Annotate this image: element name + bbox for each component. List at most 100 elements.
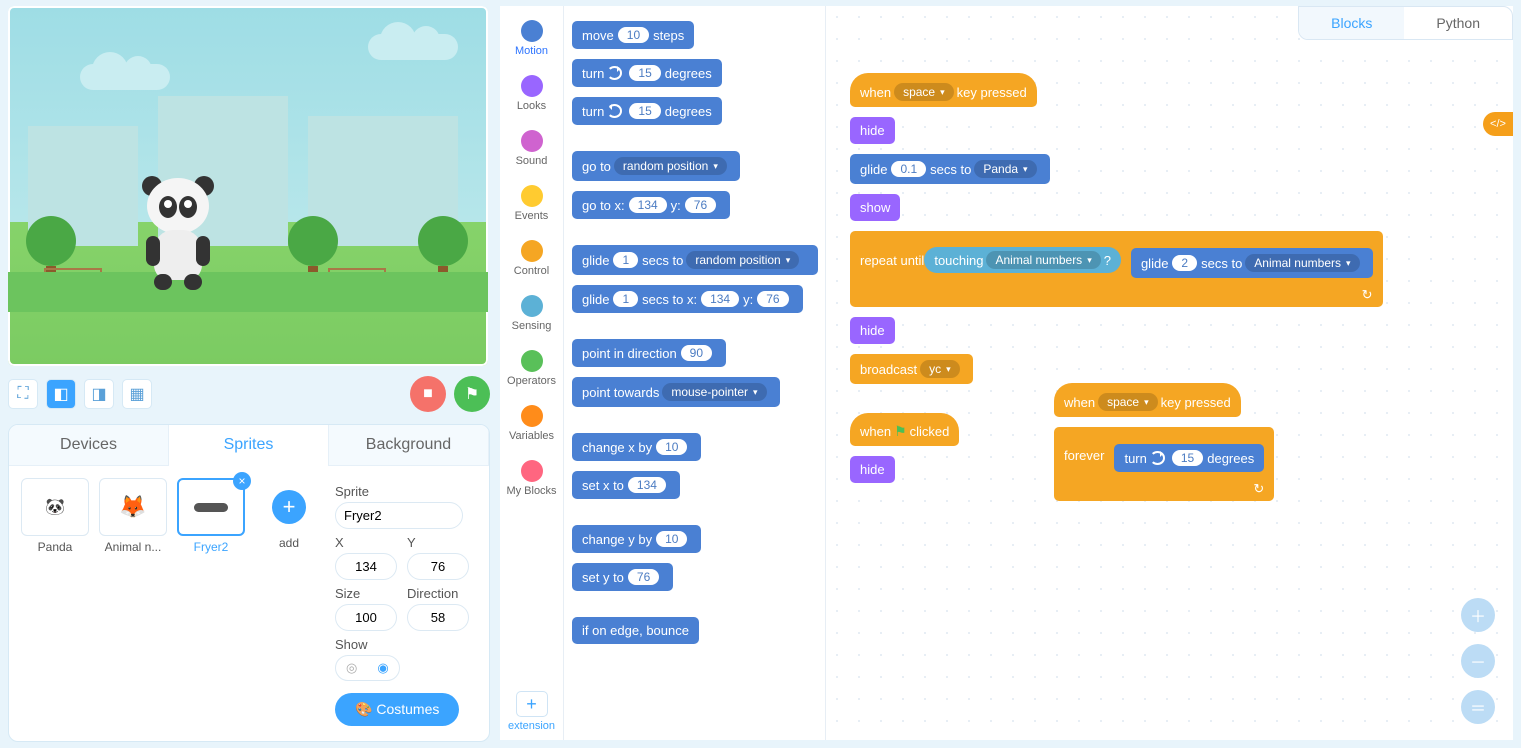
y-input[interactable] [407,553,469,580]
size-input[interactable] [335,604,397,631]
show-label: Show [335,637,477,652]
size-label: Size [335,586,397,601]
block-hide[interactable]: hide [850,317,895,344]
stop-button[interactable]: ■ [410,376,446,412]
panda-icon: 🐼 [45,497,65,517]
zoom-reset-button[interactable]: ＝ [1461,690,1495,724]
layout-grid-button[interactable]: ▦ [122,379,152,409]
block-glide-to[interactable]: glide2secs toAnimal numbers [1131,248,1373,278]
palette-icon: 🎨 [355,701,376,717]
block-move-steps[interactable]: move10steps [572,21,694,49]
turn-cw-icon [1150,451,1165,465]
show-toggle[interactable]: ◎ ◉ [335,655,400,681]
turn-cw-icon [607,66,622,80]
workspace[interactable]: Blocks Python </> whenspacekey pressed h… [826,6,1513,740]
block-point-direction[interactable]: point in direction90 [572,339,726,367]
block-glide-random[interactable]: glide1secs torandom position [572,245,818,275]
panda-sprite[interactable] [138,178,218,288]
script-block-stack[interactable]: whenspacekey pressed hide glide0.1secs t… [850,68,1383,389]
add-label: add [255,536,323,550]
category-motion[interactable]: Motion [500,12,564,67]
costumes-button[interactable]: 🎨 Costumes [335,693,459,726]
direction-label: Direction [407,586,469,601]
block-goto-random[interactable]: go torandom position [572,151,740,181]
sprite-name-label: Sprite [335,484,477,499]
sprite-label: Animal n... [99,540,167,554]
plus-icon: + [272,490,306,524]
tab-background[interactable]: Background [329,425,489,466]
category-column: Motion Looks Sound Events Control Sensin… [500,6,564,740]
add-sprite-button[interactable]: + add [255,478,323,726]
category-events[interactable]: Events [500,177,564,232]
zoom-out-button[interactable]: － [1461,644,1495,678]
sprite-card-fryer[interactable]: × Fryer2 [177,478,245,726]
eye-off-icon[interactable]: ◎ [336,656,367,680]
code-toggle-button[interactable]: </> [1483,112,1513,136]
category-operators[interactable]: Operators [500,342,564,397]
block-palette[interactable]: move10steps turn15degrees turn15degrees … [564,6,826,740]
layout-small-button[interactable]: ◨ [84,379,114,409]
tab-python[interactable]: Python [1404,7,1512,39]
block-when-key-pressed[interactable]: whenspacekey pressed [1054,383,1241,417]
direction-input[interactable] [407,604,469,631]
sensing-touching[interactable]: touchingAnimal numbers? [924,247,1121,273]
animal-icon: 🦊 [119,494,146,520]
block-hide[interactable]: hide [850,456,895,483]
stage[interactable] [8,6,488,366]
block-glide-xy[interactable]: glide1secs to x:134y:76 [572,285,803,313]
block-goto-xy[interactable]: go to x:134y:76 [572,191,730,219]
category-sensing[interactable]: Sensing [500,287,564,342]
category-looks[interactable]: Looks [500,67,564,122]
category-sound[interactable]: Sound [500,122,564,177]
script-block-stack[interactable]: when⚑clicked hide [850,408,959,488]
category-control[interactable]: Control [500,232,564,287]
block-set-y[interactable]: set y to76 [572,563,673,591]
y-label: Y [407,535,469,550]
sprite-name-input[interactable] [335,502,463,529]
zoom-in-button[interactable]: ＋ [1461,598,1495,632]
block-broadcast[interactable]: broadcastyc [850,354,973,384]
tab-blocks[interactable]: Blocks [1299,7,1404,39]
block-show[interactable]: show [850,194,900,221]
sprite-properties: Sprite X Y Size Direction Show ◎ [335,478,477,726]
x-label: X [335,535,397,550]
flag-icon: ⚑ [894,423,907,440]
block-repeat-until[interactable]: repeat until touchingAnimal numbers? gli… [850,231,1383,307]
block-set-x[interactable]: set x to134 [572,471,680,499]
block-turn-ccw[interactable]: turn15degrees [572,97,722,125]
sprite-label: Fryer2 [177,540,245,554]
block-hide[interactable]: hide [850,117,895,144]
cloud-icon [368,34,458,60]
block-turn-cw[interactable]: turn15degrees [1114,444,1264,472]
tab-sprites[interactable]: Sprites [169,425,329,466]
block-bounce[interactable]: if on edge, bounce [572,617,699,644]
sprite-card-panda[interactable]: 🐼 Panda [21,478,89,726]
fryer-icon [194,503,228,512]
add-extension-button[interactable]: + extension [500,683,564,740]
close-icon[interactable]: × [233,472,251,490]
block-turn-cw[interactable]: turn15degrees [572,59,722,87]
block-change-x[interactable]: change x by10 [572,433,701,461]
category-myblocks[interactable]: My Blocks [500,452,564,507]
sprite-card-animal[interactable]: 🦊 Animal n... [99,478,167,726]
block-editor: Motion Looks Sound Events Control Sensin… [500,6,1513,740]
block-glide-to[interactable]: glide0.1secs toPanda [850,154,1050,184]
script-block-stack[interactable]: whenspacekey pressed forever turn15degre… [1054,378,1274,506]
block-when-flag-clicked[interactable]: when⚑clicked [850,413,959,446]
category-variables[interactable]: Variables [500,397,564,452]
green-flag-button[interactable]: ⚑ [454,376,490,412]
block-when-key-pressed[interactable]: whenspacekey pressed [850,73,1037,107]
grass-icon [8,272,488,312]
cloud-icon [80,64,170,90]
x-input[interactable] [335,553,397,580]
assets-panel: Devices Sprites Background 🐼 Panda 🦊 Ani… [8,424,490,742]
eye-on-icon[interactable]: ◉ [367,656,398,680]
layout-large-button[interactable]: ◧ [46,379,76,409]
block-point-towards[interactable]: point towardsmouse-pointer [572,377,780,407]
fullscreen-button[interactable]: ⛶ [8,379,38,409]
block-forever[interactable]: forever turn15degrees [1054,427,1274,501]
plus-icon: + [516,691,548,717]
block-change-y[interactable]: change y by10 [572,525,701,553]
tab-devices[interactable]: Devices [9,425,169,466]
turn-ccw-icon [607,104,622,118]
